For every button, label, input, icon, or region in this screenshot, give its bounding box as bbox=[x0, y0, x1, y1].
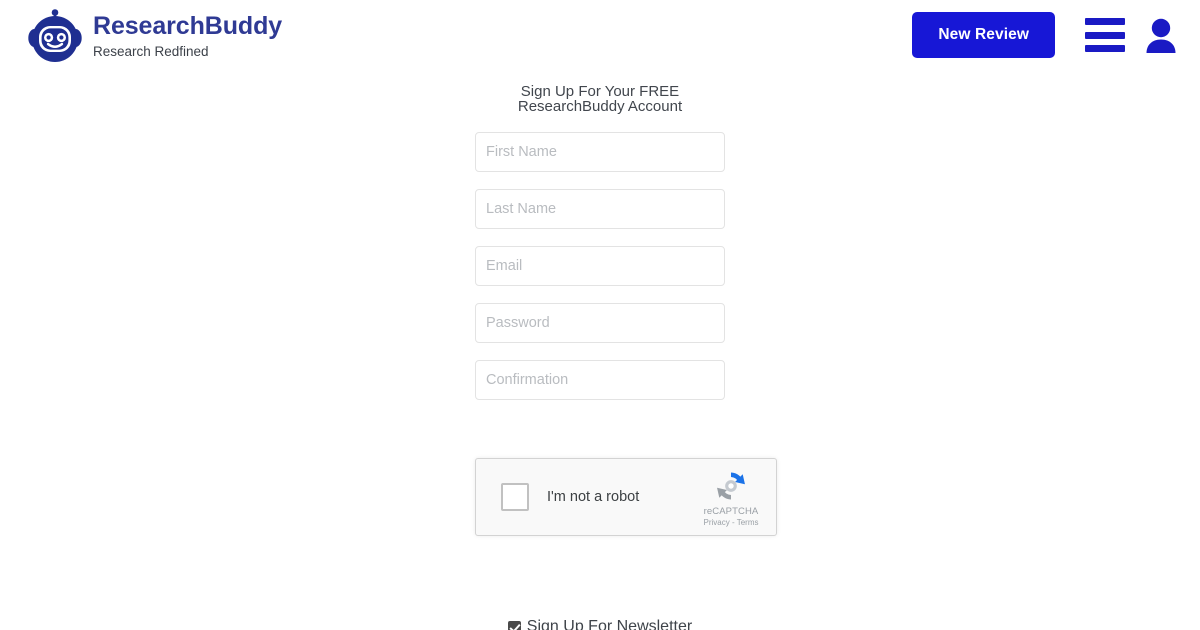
brand-name: ResearchBuddy bbox=[93, 12, 283, 41]
hamburger-bar bbox=[1085, 45, 1125, 52]
signup-form: Sign Up For Your FREE ResearchBuddy Acco… bbox=[0, 84, 1200, 536]
site-header: ResearchBuddy Research Redfined New Revi… bbox=[0, 0, 1200, 70]
recaptcha-branding: reCAPTCHA Privacy - Terms bbox=[692, 468, 770, 527]
form-title-line-1: Sign Up For Your FREE bbox=[520, 83, 680, 100]
brand-text: ResearchBuddy Research Redfined bbox=[93, 10, 282, 59]
new-review-button[interactable]: New Review bbox=[912, 12, 1055, 58]
newsletter-row: Sign Up For Newsletter bbox=[0, 617, 1200, 630]
last-name-input[interactable] bbox=[475, 189, 725, 229]
robot-head-icon bbox=[28, 9, 82, 62]
signup-page: ResearchBuddy Research Redfined New Revi… bbox=[0, 0, 1200, 630]
form-title: Sign Up For Your FREE ResearchBuddy Acco… bbox=[475, 84, 725, 114]
recaptcha-widget[interactable]: I'm not a robot reCAPTCHA Privacy - Term… bbox=[475, 458, 777, 536]
first-name-input[interactable] bbox=[475, 132, 725, 172]
brand-tagline: Research Redfined bbox=[93, 44, 209, 60]
recaptcha-legal-links[interactable]: Privacy - Terms bbox=[704, 518, 759, 527]
recaptcha-row: I'm not a robot reCAPTCHA Privacy - Term… bbox=[475, 458, 777, 536]
header-actions: New Review bbox=[912, 12, 1178, 58]
form-fields bbox=[475, 132, 725, 417]
newsletter-checkbox[interactable] bbox=[507, 621, 521, 630]
hamburger-bar bbox=[1085, 18, 1125, 25]
recaptcha-checkbox[interactable] bbox=[501, 483, 529, 511]
hamburger-menu-icon[interactable] bbox=[1085, 18, 1125, 52]
brand-block[interactable]: ResearchBuddy Research Redfined bbox=[26, 6, 282, 64]
user-avatar-icon[interactable] bbox=[1144, 17, 1178, 53]
recaptcha-brand-name: reCAPTCHA bbox=[703, 505, 759, 517]
recaptcha-label: I'm not a robot bbox=[547, 489, 640, 505]
confirmation-input[interactable] bbox=[475, 360, 725, 400]
hamburger-bar bbox=[1085, 31, 1125, 39]
form-title-line-2: ResearchBuddy Account bbox=[517, 98, 683, 115]
recaptcha-arrows-icon bbox=[717, 472, 745, 499]
email-input[interactable] bbox=[475, 246, 725, 286]
password-input[interactable] bbox=[475, 303, 725, 343]
newsletter-label: Sign Up For Newsletter bbox=[526, 618, 693, 630]
